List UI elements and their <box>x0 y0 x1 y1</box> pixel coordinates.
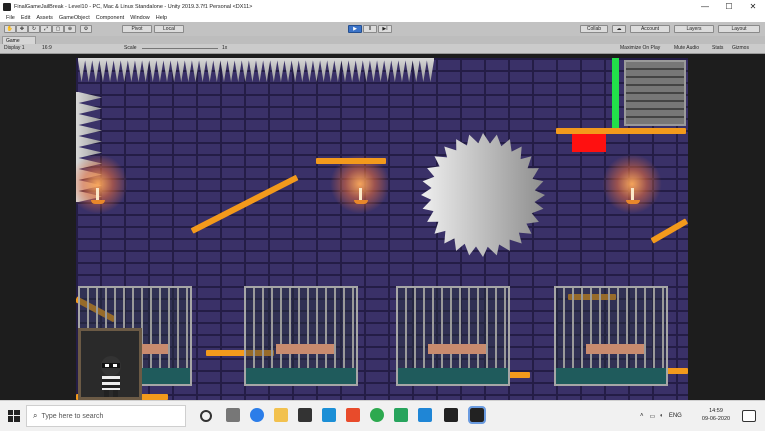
game-view-toolbar: Display 1 16:9 Scale 1x Maximize On Play… <box>0 44 765 54</box>
platform <box>316 158 386 164</box>
window-title-bar: FinalGameJailBreak - Level10 - PC, Mac &… <box>0 0 765 14</box>
hand-tool-button[interactable]: ✋ <box>4 25 16 33</box>
layout-dropdown[interactable]: Layout <box>718 25 760 33</box>
sloped-platform <box>190 174 299 234</box>
trap-block <box>572 134 606 152</box>
scale-value: 1x <box>222 45 228 51</box>
scale-tool-button[interactable]: ⤢ <box>40 25 52 33</box>
stats-toggle[interactable]: Stats <box>712 45 723 52</box>
menu-window[interactable]: Window <box>130 15 150 21</box>
transform-tool-button[interactable]: ⊕ <box>64 25 76 33</box>
custom-tool-button[interactable]: ⚙ <box>80 25 92 33</box>
candle <box>96 188 99 200</box>
bed <box>586 344 644 354</box>
chevron-up-icon[interactable]: ˄ <box>640 413 644 419</box>
jail-cell <box>396 286 510 386</box>
tab-bar: Game <box>0 36 765 44</box>
jail-cell <box>554 286 668 386</box>
aspect-select[interactable]: 16:9 <box>42 45 52 52</box>
cortana-icon[interactable] <box>200 410 212 422</box>
pivot-toggle[interactable]: Pivot <box>122 25 152 33</box>
saw-blade <box>421 133 545 257</box>
mute-audio-toggle[interactable]: Mute Audio <box>674 45 699 52</box>
editor-toolbar: ✋ ✥ ↻ ⤢ ▢ ⊕ ⚙ Pivot Local ▶ II ▶I Collab… <box>0 22 765 37</box>
network-icon[interactable]: ▭ <box>650 413 656 420</box>
search-icon: ⌕ <box>33 411 38 420</box>
mail-icon[interactable] <box>322 408 336 422</box>
water <box>398 368 508 384</box>
whatsapp-icon[interactable] <box>394 408 408 422</box>
menu-component[interactable]: Component <box>96 15 124 21</box>
bed <box>428 344 486 354</box>
step-button[interactable]: ▶I <box>378 25 392 33</box>
file-explorer-icon[interactable] <box>274 408 288 422</box>
ceiling-spikes <box>78 58 434 82</box>
language-indicator[interactable]: ENG <box>669 413 682 419</box>
close-button[interactable]: ✕ <box>741 0 765 13</box>
window-title: FinalGameJailBreak - Level10 - PC, Mac &… <box>14 3 253 10</box>
collab-button[interactable]: Collab <box>580 25 608 33</box>
unity-editor-icon[interactable] <box>468 406 486 424</box>
account-dropdown[interactable]: Account <box>630 25 670 33</box>
rotate-tool-button[interactable]: ↻ <box>28 25 40 33</box>
windows-start-icon[interactable] <box>8 410 20 422</box>
layers-dropdown[interactable]: Layers <box>674 25 714 33</box>
windows-taskbar: ⌕ Type here to search ˄ ▭ ◖ ENG 14:59 09… <box>0 400 765 431</box>
cloud-icon[interactable]: ☁ <box>612 25 626 33</box>
unity-icon <box>3 2 11 11</box>
scale-slider[interactable] <box>142 48 218 49</box>
exit-gate <box>612 58 619 128</box>
search-placeholder: Type here to search <box>41 412 104 420</box>
bed <box>276 344 334 354</box>
unity-hub-icon[interactable] <box>444 408 458 422</box>
scale-label: Scale <box>124 45 137 51</box>
wall-light <box>602 154 662 214</box>
taskbar-search-input[interactable]: ⌕ Type here to search <box>26 405 186 427</box>
maximize-button[interactable]: ☐ <box>717 0 741 13</box>
menu-help[interactable]: Help <box>156 15 167 21</box>
clock-time: 14:59 <box>709 408 723 414</box>
maximize-on-play-toggle[interactable]: Maximize On Play <box>620 45 660 52</box>
chrome-icon[interactable] <box>370 408 384 422</box>
sloped-platform <box>650 218 688 244</box>
clock-date: 09-06-2020 <box>701 416 731 422</box>
play-button[interactable]: ▶ <box>348 25 362 33</box>
game-view <box>0 54 765 400</box>
exit-stairs <box>624 60 686 126</box>
candle-holder <box>354 200 368 204</box>
gizmos-dropdown[interactable]: Gizmos <box>732 45 749 52</box>
edge-icon[interactable] <box>250 408 264 422</box>
candle-holder <box>91 200 105 204</box>
display-select[interactable]: Display 1 <box>4 45 25 52</box>
rect-tool-button[interactable]: ▢ <box>52 25 64 33</box>
tab-game[interactable]: Game <box>2 36 36 44</box>
wall-light <box>76 154 128 214</box>
office-icon[interactable] <box>346 408 360 422</box>
store-icon[interactable] <box>298 408 312 422</box>
water <box>246 368 356 384</box>
zoom-icon[interactable] <box>418 408 432 422</box>
menu-assets[interactable]: Assets <box>36 15 53 21</box>
notification-icon[interactable] <box>742 410 756 422</box>
candle <box>631 188 634 200</box>
system-tray: ˄ ▭ ◖ ENG <box>640 401 682 431</box>
jail-cell <box>244 286 358 386</box>
menu-bar: File Edit Assets GameObject Component Wi… <box>0 13 765 22</box>
menu-gameobject[interactable]: GameObject <box>59 15 90 21</box>
volume-icon[interactable]: ◖ <box>659 413 663 419</box>
menu-file[interactable]: File <box>6 15 15 21</box>
water <box>556 368 666 384</box>
local-toggle[interactable]: Local <box>154 25 184 33</box>
candle <box>359 188 362 200</box>
task-view-icon[interactable] <box>226 408 240 422</box>
candle-holder <box>626 200 640 204</box>
pause-button[interactable]: II <box>363 25 377 33</box>
menu-edit[interactable]: Edit <box>21 15 30 21</box>
move-tool-button[interactable]: ✥ <box>16 25 28 33</box>
taskbar-clock[interactable]: 14:59 09-06-2020 <box>698 407 734 423</box>
minimize-button[interactable]: — <box>693 0 717 13</box>
game-viewport[interactable] <box>76 58 688 400</box>
prisoner-character <box>101 356 121 397</box>
